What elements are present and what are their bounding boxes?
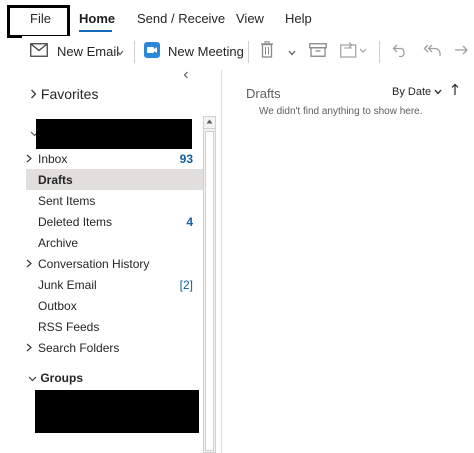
new-meeting-label: New Meeting [168, 43, 244, 59]
redacted-account-name [36, 119, 192, 149]
folder-name: Conversation History [38, 256, 150, 271]
folder-name: Sent Items [38, 193, 96, 208]
teams-meeting-icon [144, 41, 160, 61]
reply-all-button[interactable] [423, 36, 442, 66]
outlook-window: File Home Send / Receive View Help New E… [0, 0, 474, 453]
chevron-right-icon [26, 257, 38, 271]
forward-button[interactable] [454, 36, 470, 66]
scroll-thumb[interactable] [205, 131, 214, 451]
chevron-right-icon [26, 341, 38, 355]
trash-icon [260, 41, 274, 61]
folder-outbox[interactable]: Outbox [26, 295, 203, 316]
chevron-right-icon [26, 152, 38, 166]
file-highlight-box [7, 5, 70, 38]
archive-icon [309, 42, 327, 60]
item-count: [2] [179, 277, 193, 292]
menu-bar: File Home Send / Receive View Help [0, 0, 474, 34]
folder-archive[interactable]: Archive [26, 232, 203, 253]
folder-inbox[interactable]: Inbox 93 [26, 148, 203, 169]
archive-button[interactable] [309, 36, 327, 66]
pane-divider[interactable] [221, 70, 222, 453]
chevron-left-icon [183, 70, 189, 82]
delete-button[interactable] [260, 36, 274, 66]
folder-name: Drafts [38, 172, 73, 187]
new-email-label: New Email [57, 43, 120, 59]
delete-dropdown[interactable] [288, 36, 296, 66]
favorites-header[interactable]: Favorites [30, 86, 98, 102]
groups-header[interactable]: Groups [28, 371, 83, 385]
chevron-down-icon [28, 371, 40, 385]
forward-icon [454, 43, 470, 60]
chevron-right-icon [30, 86, 41, 102]
sort-label: By Date [392, 86, 432, 98]
chevron-down-icon [116, 44, 124, 59]
chevron-down-icon [288, 44, 296, 59]
empty-folder-message: We didn't find anything to show here. [259, 106, 423, 117]
menu-send-receive[interactable]: Send / Receive [137, 10, 225, 28]
unread-count: 93 [179, 151, 193, 166]
folder-name: Inbox [38, 151, 68, 166]
favorites-label: Favorites [40, 86, 99, 102]
folder-deleted-items[interactable]: Deleted Items 4 [26, 211, 203, 232]
folder-name: Deleted Items [38, 214, 113, 229]
new-email-button[interactable]: New Email [30, 36, 119, 66]
sort-direction-button[interactable] [451, 83, 459, 99]
ribbon-separator [379, 41, 380, 63]
active-tab-indicator [79, 30, 112, 32]
move-folder-icon [340, 41, 368, 61]
folder-name: Junk Email [38, 277, 97, 292]
undo-icon [392, 43, 409, 60]
message-list-title: Drafts [246, 86, 281, 101]
menu-home[interactable]: Home [79, 10, 115, 28]
chevron-down-icon [434, 86, 442, 98]
folder-name: Search Folders [38, 340, 120, 355]
menu-view[interactable]: View [236, 10, 264, 28]
ribbon-separator [134, 41, 135, 63]
folder-name: RSS Feeds [38, 319, 100, 334]
ribbon-separator [248, 41, 249, 63]
collapse-pane-button[interactable] [183, 70, 189, 82]
menu-help[interactable]: Help [285, 10, 312, 28]
reply-all-icon [423, 43, 442, 60]
folder-search-folders[interactable]: Search Folders [26, 337, 203, 358]
new-email-dropdown[interactable] [116, 36, 124, 66]
unread-count: 4 [186, 214, 193, 229]
scroll-up-button[interactable] [204, 117, 215, 129]
folder-conversation-history[interactable]: Conversation History [26, 253, 203, 274]
redacted-groups-list [35, 390, 199, 433]
folder-rss-feeds[interactable]: RSS Feeds [26, 316, 203, 337]
folder-name: Outbox [38, 298, 77, 313]
sort-by-button[interactable]: By Date [392, 86, 442, 98]
folder-junk-email[interactable]: Junk Email [2] [26, 274, 203, 295]
ribbon-toolbar: New Email New Meeting [22, 36, 474, 66]
envelope-icon [30, 42, 48, 60]
triangle-up-icon [206, 119, 213, 126]
undo-button[interactable] [392, 36, 409, 66]
arrow-up-icon [451, 83, 459, 99]
new-meeting-button[interactable]: New Meeting [144, 36, 244, 66]
groups-label: Groups [40, 371, 84, 385]
folder-drafts[interactable]: Drafts [26, 169, 203, 190]
folder-scrollbar[interactable] [203, 116, 216, 453]
move-button[interactable] [340, 36, 368, 66]
folder-name: Archive [38, 235, 79, 250]
folder-sent-items[interactable]: Sent Items [26, 190, 203, 211]
